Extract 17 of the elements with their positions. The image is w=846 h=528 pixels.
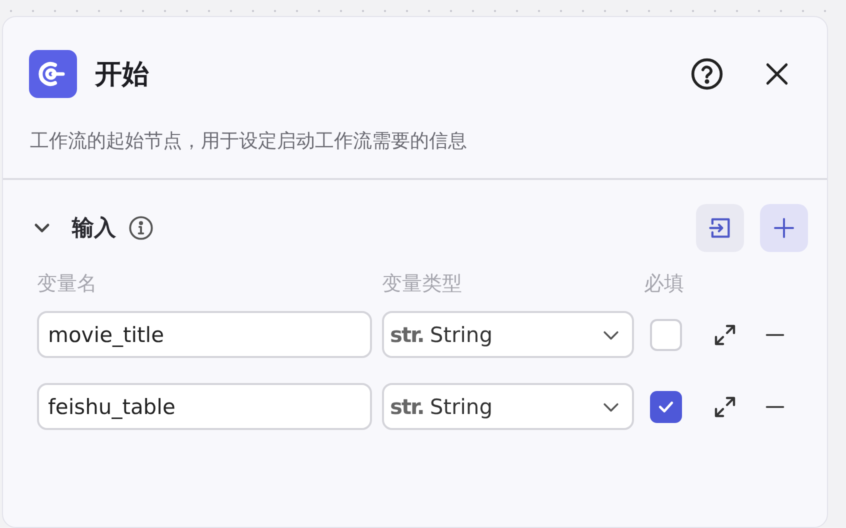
required-checkbox[interactable] — [650, 318, 682, 350]
required-checkbox[interactable] — [650, 390, 682, 422]
type-select[interactable]: str. String — [382, 383, 634, 430]
import-button[interactable] — [696, 204, 744, 252]
column-header: 变量名 — [37, 270, 98, 297]
node-description: 工作流的起始节点，用于设定启动工作流需要的信息 — [29, 129, 468, 154]
plus-icon — [772, 216, 796, 240]
column-header: 变量类型 — [382, 270, 463, 297]
node-title: 开始 — [95, 58, 150, 92]
type-select[interactable]: str. String — [382, 311, 634, 358]
column-header: 必填 — [644, 270, 685, 297]
start-node-icon — [29, 50, 77, 98]
variable-name-field[interactable]: feishu_table — [37, 383, 372, 430]
variable-name-field[interactable]: movie_title — [37, 311, 372, 358]
section-title: 输入 — [72, 215, 116, 243]
info-icon — [128, 215, 154, 241]
add-button[interactable] — [760, 204, 808, 252]
